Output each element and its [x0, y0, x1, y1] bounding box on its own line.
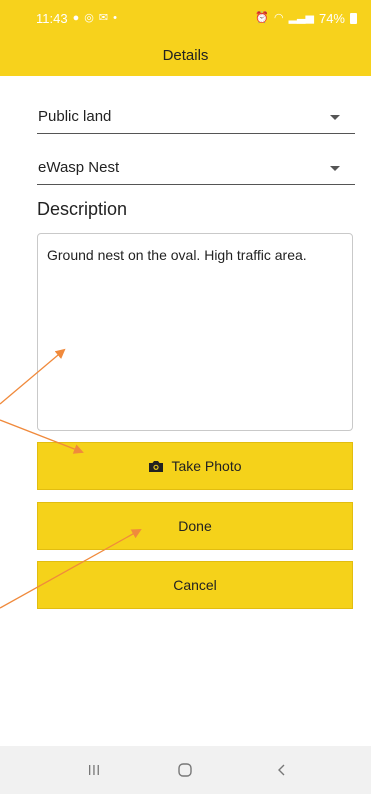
dropdown-arrow-icon: [330, 166, 340, 171]
cancel-button[interactable]: Cancel: [37, 561, 353, 609]
description-textarea[interactable]: Ground nest on the oval. High traffic ar…: [37, 233, 353, 431]
battery-percent: 74%: [318, 11, 345, 26]
land-type-dropdown[interactable]: Public land: [37, 98, 355, 134]
report-type-value: eWasp Nest: [38, 159, 120, 176]
description-text: Ground nest on the oval. High traffic ar…: [47, 247, 307, 263]
mail-icon: ✉: [98, 12, 109, 24]
status-bar: 11:43 ● ◎ ✉ • ⏰ ◠ ▂▃▅ 74%: [0, 0, 371, 36]
alarm-icon: ⏰: [255, 12, 269, 24]
facebook-icon: ●: [72, 12, 80, 24]
status-right: ⏰ ◠ ▂▃▅ 74%: [255, 11, 357, 26]
status-time: 11:43: [36, 11, 68, 26]
done-button[interactable]: Done: [37, 502, 353, 550]
home-button[interactable]: [155, 746, 215, 794]
page-title: Details: [162, 47, 209, 64]
report-type-dropdown[interactable]: eWasp Nest: [37, 149, 355, 185]
navigation-bar: [0, 746, 371, 794]
home-icon: [178, 763, 192, 777]
dot-icon: •: [113, 12, 117, 24]
back-icon: [278, 764, 285, 776]
camera-icon: [149, 460, 164, 472]
battery-icon: [350, 13, 357, 24]
take-photo-label: Take Photo: [171, 458, 242, 474]
status-left: 11:43 ● ◎ ✉ •: [36, 11, 117, 26]
recent-apps-button[interactable]: [64, 746, 124, 794]
signal-icon: ▂▃▅: [288, 12, 314, 24]
cancel-label: Cancel: [173, 577, 217, 593]
instagram-icon: ◎: [84, 12, 94, 24]
back-button[interactable]: [252, 746, 312, 794]
description-label: Description: [37, 199, 128, 219]
take-photo-button[interactable]: Take Photo: [37, 442, 353, 490]
recent-apps-icon: [89, 765, 99, 775]
wifi-icon: ◠: [273, 12, 284, 24]
dropdown-arrow-icon: [330, 115, 340, 120]
land-type-value: Public land: [38, 108, 112, 125]
app-bar: Details: [0, 36, 371, 76]
done-label: Done: [178, 518, 212, 534]
